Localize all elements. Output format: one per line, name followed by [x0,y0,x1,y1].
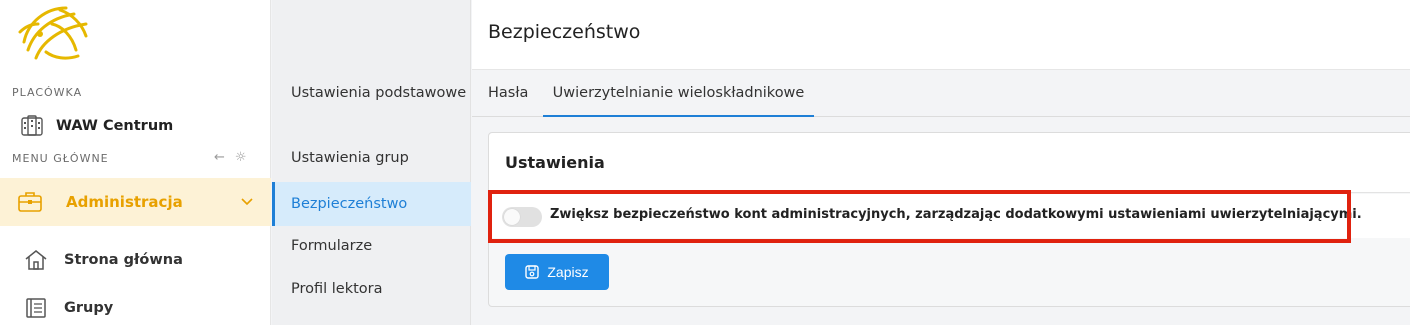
menu-item-label: Strona główna [64,252,183,268]
subnav-item-ustawienia-grup[interactable]: Ustawienia grup [272,147,471,169]
save-button[interactable]: Zapisz [505,254,609,290]
location-selector[interactable]: WAW Centrum [20,115,173,137]
home-icon [25,250,47,270]
book-icon [26,298,46,318]
settings-card: Ustawienia Zwiększ bezpieczeństwo kont a… [488,132,1410,307]
tabs: Hasła Uwierzytelnianie wieloskładnikowe [472,71,1410,117]
menu-item-grupy[interactable]: Grupy [0,288,271,325]
section-label-placowka: PLACÓWKA [12,86,83,99]
mfa-toggle[interactable] [502,207,542,227]
menu-tools: ← ☼ [214,150,247,165]
tab-uwierzytelnianie[interactable]: Uwierzytelnianie wieloskładnikowe [543,71,814,117]
subnav-item-ustawienia-podstawowe[interactable]: Ustawienia podstawowe [272,82,471,104]
mfa-toggle-label: Zwiększ bezpieczeństwo kont administracy… [550,207,1362,222]
sidebar: PLACÓWKA WAW Centrum MENU GŁÓWNE ← ☼ Adm… [0,0,271,325]
sun-icon[interactable]: ☼ [235,150,247,165]
main-content: Bezpieczeństwo Hasła Uwierzytelnianie wi… [472,0,1410,325]
page-header: Bezpieczeństwo [472,0,1410,70]
section-label-menu: MENU GŁÓWNE [12,152,109,165]
location-name: WAW Centrum [56,118,174,134]
tab-hasla[interactable]: Hasła [488,71,528,117]
mfa-setting-row: Zwiększ bezpieczeństwo kont administracy… [488,190,1410,243]
subnav-item-profil-lektora[interactable]: Profil lektora [272,278,471,300]
subnav-item-formularze[interactable]: Formularze [272,235,471,257]
toggle-knob [504,209,520,225]
subnav-item-bezpieczenstwo[interactable]: Bezpieczeństwo [272,182,471,226]
card-title: Ustawienia [505,153,605,172]
menu-item-strona-glowna[interactable]: Strona główna [0,240,271,280]
lion-logo-icon[interactable] [16,2,96,66]
menu-item-administracja[interactable]: Administracja [0,178,271,226]
building-icon [21,115,43,136]
save-button-label: Zapisz [547,264,589,280]
arrow-left-icon[interactable]: ← [214,150,225,165]
menu-item-label: Administracja [66,193,183,211]
card-header: Ustawienia [489,133,1410,193]
briefcase-icon [18,192,42,212]
chevron-down-icon[interactable] [240,197,254,207]
menu-item-label: Grupy [64,300,114,316]
settings-subnav: Ustawienia podstawowe Ustawienia grup Be… [272,0,471,325]
page-title: Bezpieczeństwo [488,21,641,43]
save-icon [525,265,540,279]
